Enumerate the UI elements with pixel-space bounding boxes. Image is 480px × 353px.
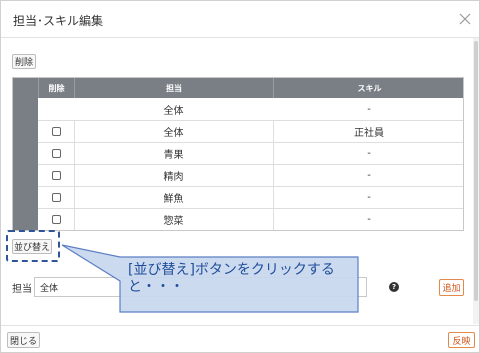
table-cell-tanto: 青果	[163, 149, 184, 161]
callout-line-2: と・・・	[128, 279, 184, 295]
dialog-title: 担当･スキル編集	[13, 14, 104, 28]
help-icon[interactable]: ?	[389, 282, 399, 292]
table-cell-skill: -	[367, 213, 371, 225]
title-divider	[1, 37, 479, 38]
row-checkbox[interactable]	[51, 148, 61, 158]
row-checkbox-cell	[38, 186, 74, 208]
table-cell-tanto: 鮮魚	[163, 193, 184, 205]
table-cell-skill: 正社員	[354, 127, 384, 139]
sort-button-highlight	[6, 230, 60, 262]
table-cell-skill: -	[367, 147, 371, 159]
row-checkbox[interactable]	[51, 170, 61, 180]
row-header-column	[13, 78, 38, 230]
skill-edit-dialog: 担当･スキル編集 削除 削除 担当 スキル 全体 - 全体 正社員 青果 - 精…	[0, 0, 480, 353]
row-checkbox-cell	[38, 142, 74, 164]
column-header-delete: 削除	[38, 78, 74, 98]
column-header-tanto: 担当	[74, 78, 273, 98]
table-cell-skill: -	[367, 191, 371, 203]
table-cell-tanto: 全体	[163, 105, 184, 117]
tanto-label: 担当	[12, 284, 32, 295]
row-checkbox[interactable]	[51, 126, 61, 136]
row-checkbox-cell	[38, 120, 74, 142]
scrollbar-thumb[interactable]	[474, 41, 478, 301]
apply-button[interactable]: 反映	[448, 332, 475, 348]
table-cell-tanto: 惣菜	[163, 215, 184, 227]
delete-button[interactable]: 削除	[12, 54, 36, 69]
callout-line-1: [並び替え]ボタンをクリックする	[128, 262, 335, 278]
callout-text: [並び替え]ボタンをクリックする と・・・	[128, 262, 358, 296]
row-checkbox-cell	[38, 208, 74, 230]
table-cell-skill: -	[367, 103, 371, 115]
skill-grid: 削除 担当 スキル 全体 - 全体 正社員 青果 - 精肉 - 鮮魚 - 惣菜 …	[12, 77, 464, 231]
table-cell-skill: -	[367, 169, 371, 181]
row-checkbox[interactable]	[51, 192, 61, 202]
row-checkbox-cell	[38, 164, 74, 186]
row-checkbox[interactable]	[51, 214, 61, 224]
add-button[interactable]: 追加	[439, 279, 464, 296]
column-header-skill: スキル	[273, 78, 463, 98]
table-cell-tanto: 全体	[163, 127, 184, 139]
close-button[interactable]: 閉じる	[7, 332, 40, 348]
table-cell-tanto: 精肉	[163, 171, 184, 183]
close-icon[interactable]	[457, 11, 473, 27]
footer-divider	[1, 325, 479, 326]
